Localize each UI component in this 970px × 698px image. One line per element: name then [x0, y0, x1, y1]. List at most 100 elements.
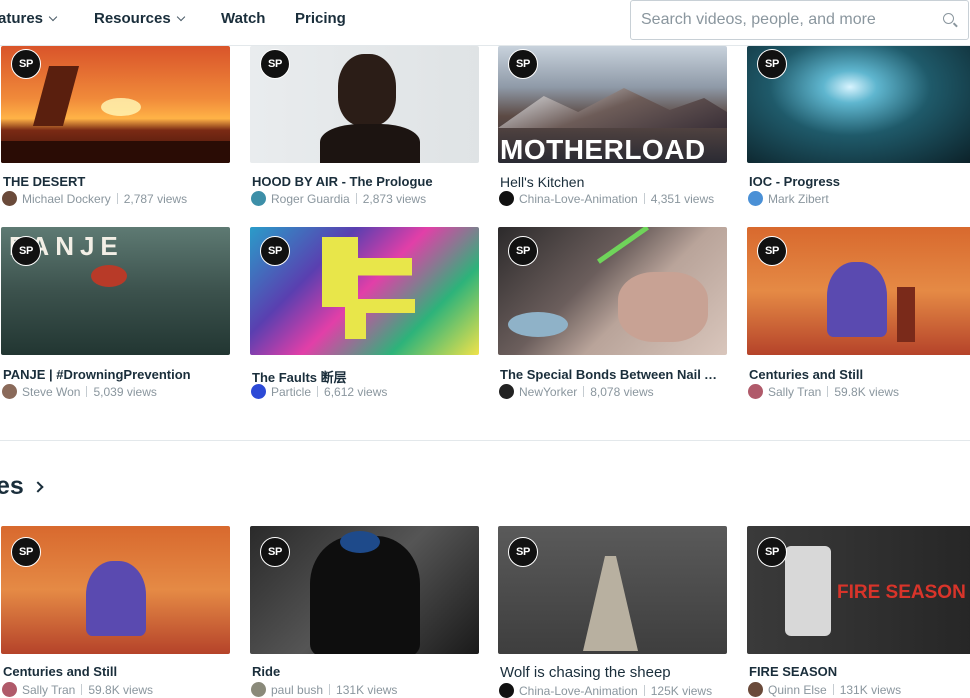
author-name[interactable]: China-Love-Animation	[519, 192, 638, 206]
video-title[interactable]: Centuries and Still	[749, 367, 970, 382]
author-name[interactable]: Particle	[271, 385, 311, 399]
sp-badge: SP	[508, 49, 538, 79]
thumbnail-title-text: MOTHERLOAD	[500, 134, 706, 163]
view-count: 125K views	[650, 683, 713, 698]
sun-glow	[101, 98, 141, 116]
meta-separator	[116, 193, 118, 204]
author-name[interactable]: paul bush	[271, 683, 323, 697]
sp-badge: SP	[757, 236, 787, 266]
video-meta: Steve Won 5,039 views	[2, 384, 157, 399]
section-heading-label: es	[0, 472, 24, 500]
helmet-shape	[340, 531, 380, 553]
avatar[interactable]	[499, 191, 514, 206]
rider-shape	[310, 536, 420, 654]
video-meta: China-Love-Animation 125K views	[499, 683, 712, 698]
avatar[interactable]	[251, 191, 266, 206]
search-box	[630, 0, 969, 40]
nav-watch-label: Watch	[221, 10, 266, 27]
sp-badge: SP	[508, 236, 538, 266]
video-meta: Sally Tran 59.8K views	[748, 384, 899, 399]
sp-badge: SP	[260, 236, 290, 266]
video-title[interactable]: Hell's Kitchen	[500, 174, 725, 190]
chevron-down-icon	[48, 12, 58, 21]
meta-separator	[86, 386, 88, 397]
top-navigation: atures Resources Watch Pricing	[0, 0, 970, 46]
nav-features-label: atures	[0, 10, 44, 27]
nav-watch[interactable]: Watch	[221, 10, 265, 27]
avatar[interactable]	[251, 682, 266, 697]
video-title[interactable]: IOC - Progress	[749, 174, 970, 189]
avatar[interactable]	[499, 683, 514, 698]
video-meta: Roger Guardia 2,873 views	[251, 191, 426, 206]
author-name[interactable]: Sally Tran	[22, 683, 75, 697]
nav-pricing[interactable]: Pricing	[295, 10, 346, 27]
avatar[interactable]	[251, 384, 266, 399]
desert-ground	[1, 141, 230, 163]
figure-shape	[827, 262, 887, 337]
sculpture-shape	[583, 556, 638, 651]
video-title[interactable]: Ride	[252, 664, 477, 679]
video-title[interactable]: Centuries and Still	[3, 664, 228, 679]
chevron-down-icon	[176, 12, 185, 21]
author-name[interactable]: Quinn Else	[768, 683, 827, 697]
author-name[interactable]: Steve Won	[22, 385, 80, 399]
section-heading[interactable]: es	[0, 472, 44, 501]
view-count: 4,351 views	[650, 191, 715, 206]
phone-shape	[785, 546, 831, 636]
author-name[interactable]: China-Love-Animation	[519, 684, 638, 698]
sp-badge: SP	[11, 236, 41, 266]
video-title[interactable]: THE DESERT	[3, 174, 228, 189]
avatar[interactable]	[499, 384, 514, 399]
mountain-range	[498, 88, 727, 128]
meta-separator	[643, 685, 645, 696]
video-title[interactable]: HOOD BY AIR - The Prologue	[252, 174, 477, 189]
nav-resources-label: Resources	[94, 10, 171, 27]
nail-brush	[596, 227, 650, 264]
video-title[interactable]: The Special Bonds Between Nail Artists a…	[500, 367, 725, 382]
nav-resources[interactable]: Resources	[94, 10, 185, 27]
video-title[interactable]: Wolf is chasing the sheep	[500, 664, 725, 681]
search-input[interactable]	[641, 9, 931, 31]
author-name[interactable]: Mark Zibert	[768, 192, 829, 206]
sp-badge: SP	[260, 537, 290, 567]
author-name[interactable]: Sally Tran	[768, 385, 821, 399]
view-count: 59.8K views	[88, 682, 154, 697]
search-icon[interactable]	[943, 13, 954, 24]
view-count: 8,078 views	[590, 384, 654, 399]
portrait-head	[338, 54, 396, 126]
avatar[interactable]	[748, 191, 763, 206]
avatar[interactable]	[2, 682, 17, 697]
meta-separator	[355, 193, 357, 204]
video-meta: Mark Zibert	[748, 191, 829, 206]
avatar[interactable]	[2, 384, 17, 399]
glyph-shape	[322, 237, 412, 307]
sp-badge: SP	[260, 49, 290, 79]
video-meta: NewYorker 8,078 views	[499, 384, 654, 399]
avatar[interactable]	[748, 384, 763, 399]
sp-badge: SP	[757, 537, 787, 567]
avatar[interactable]	[748, 682, 763, 697]
author-name[interactable]: Roger Guardia	[271, 192, 350, 206]
figure-shape	[86, 561, 146, 636]
view-count: 2,787 views	[123, 191, 188, 206]
avatar[interactable]	[2, 191, 17, 206]
video-title[interactable]: PANJE | #DrowningPrevention	[3, 367, 228, 382]
author-name[interactable]: Michael Dockery	[22, 192, 111, 206]
meta-separator	[643, 193, 645, 204]
meta-separator	[583, 386, 585, 397]
view-count: 131K views	[336, 682, 398, 697]
dish-shape	[508, 312, 568, 337]
meta-separator	[81, 684, 83, 695]
nav-features[interactable]: atures	[0, 10, 58, 27]
glyph-shape	[345, 299, 415, 339]
chevron-right-icon	[32, 480, 44, 493]
video-meta: Particle 6,612 views	[251, 384, 387, 399]
video-meta: China-Love-Animation 4,351 views	[499, 191, 714, 206]
desert-rock	[32, 66, 80, 126]
author-name[interactable]: NewYorker	[519, 385, 577, 399]
sp-badge: SP	[11, 537, 41, 567]
section-divider	[0, 440, 970, 441]
meta-separator	[317, 386, 319, 397]
view-count: 6,612 views	[324, 384, 388, 399]
video-title[interactable]: FIRE SEASON	[749, 664, 970, 679]
